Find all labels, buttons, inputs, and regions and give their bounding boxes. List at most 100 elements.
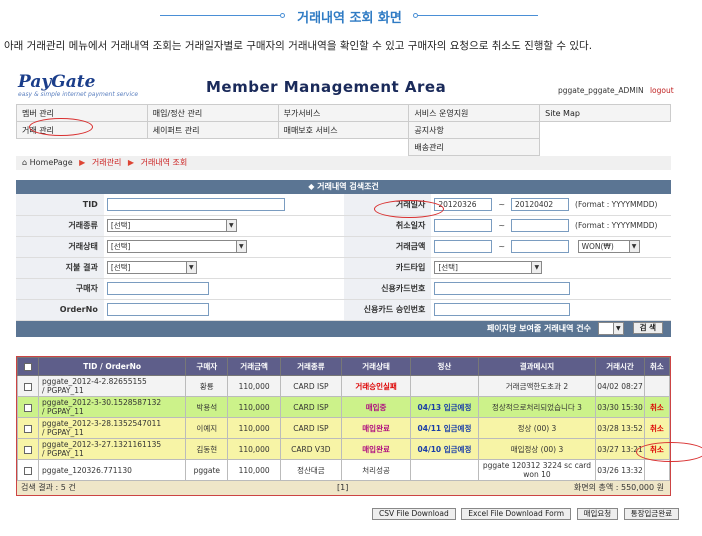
tid-cell[interactable]: pggate_120326.771130 — [38, 459, 187, 481]
menu-addon[interactable]: 부가서비스 — [277, 104, 410, 122]
order-no-input[interactable] — [106, 303, 209, 316]
select-all-checkbox[interactable] — [24, 363, 33, 371]
menu-empty — [539, 138, 671, 156]
amount-cell: 110,000 — [227, 375, 281, 397]
menu-seyfert[interactable]: 세이퍼트 관리 — [146, 121, 279, 139]
amount-from-input[interactable] — [434, 240, 493, 253]
menu-notice[interactable]: 공지사항 — [408, 121, 541, 139]
cancel-cell — [643, 459, 671, 481]
menu-settlement[interactable]: 매입/정산 관리 — [146, 104, 279, 122]
title-rule-left — [160, 15, 280, 16]
message-cell: 매입정상 (00) 3 — [477, 438, 597, 460]
row-checkbox[interactable] — [24, 445, 33, 454]
col-message: 결과메시지 — [477, 357, 597, 376]
total-sum: 화면의 총액 : 550,000 원 — [574, 481, 664, 495]
status-cell: 매입완료 — [340, 417, 412, 439]
tran-type-value: [선택] — [110, 221, 131, 230]
cancel-date-label: 취소일자 — [343, 215, 432, 237]
tid-input[interactable] — [106, 197, 285, 211]
buyer-input[interactable] — [106, 282, 209, 295]
buyer-cell: 황룡 — [185, 375, 229, 397]
time-cell: 03/28 13:52 — [595, 417, 645, 439]
amount-cell: 110,000 — [227, 459, 281, 481]
time-cell: 04/02 08:27 — [595, 375, 645, 397]
menu-delivery[interactable]: 배송관리 — [408, 138, 541, 156]
currency-select[interactable]: WON(₩) ▼ — [577, 240, 640, 253]
format-hint: (Format : YYYYMMDD) — [575, 199, 658, 209]
menu-service-support[interactable]: 서비스 운영지원 — [408, 104, 541, 122]
breadcrumb-home[interactable]: HomePage — [30, 158, 73, 167]
tid-cell[interactable]: pggate_2012-4-2.82655155/ PGPAY_11 — [38, 375, 187, 397]
order-text: / PGPAY_11 — [42, 407, 84, 416]
type-cell: 정산대금 — [279, 459, 342, 481]
status-cell: 거래승인실패 — [340, 375, 412, 397]
date-to-input[interactable]: 20120402 — [511, 197, 570, 211]
chevron-down-icon: ▼ — [225, 220, 236, 231]
time-cell: 03/30 15:30 — [595, 396, 645, 418]
cancel-button[interactable]: 취소 — [643, 417, 671, 439]
card-no-input[interactable] — [434, 282, 571, 295]
row-checkbox[interactable] — [24, 403, 33, 412]
card-no-label: 신용카드번호 — [343, 278, 432, 300]
bottom-actions: CSV File Download Excel File Download Fo… — [372, 508, 682, 520]
buyer-cell: 박용석 — [185, 396, 229, 418]
tid-cell[interactable]: pggate_2012-3-27.1321161135/ PGPAY_11 — [38, 438, 187, 460]
pay-result-label: 지불 결과 — [16, 257, 104, 279]
status-cell: 매입중 — [340, 396, 412, 418]
pay-result-value: [선택] — [110, 263, 131, 272]
paygate-logo[interactable]: PayGate easy & simple internet payment s… — [18, 72, 168, 98]
menu-escrow[interactable]: 매매보호 서비스 — [277, 121, 410, 139]
admin-screenshot: PayGate easy & simple internet payment s… — [16, 70, 702, 536]
row-checkbox[interactable] — [24, 466, 33, 475]
type-cell: CARD ISP — [279, 375, 342, 397]
results-table-panel: TID / OrderNo 구매자 거래금액 거래종류 거래상태 정산 결과메시… — [16, 356, 671, 496]
chevron-down-icon: ▼ — [612, 322, 623, 334]
approval-no-input[interactable] — [434, 303, 571, 316]
time-cell: 03/26 13:32 — [595, 459, 645, 481]
excel-download-button[interactable]: Excel File Download Form — [461, 508, 572, 520]
per-page-select[interactable]: 10▼ — [597, 321, 624, 335]
range-tilde: ~ — [498, 199, 506, 209]
pay-result-select[interactable]: [선택] ▼ — [106, 261, 197, 274]
tran-type-select[interactable]: [선택] ▼ — [106, 219, 237, 232]
cancel-button[interactable]: 취소 — [643, 396, 671, 418]
menu-member[interactable]: 멤버 관리 — [16, 104, 148, 122]
bank-deposit-button[interactable]: 통장입금완료 — [623, 508, 680, 520]
logout-link[interactable]: logout — [650, 86, 674, 95]
main-menu: 멤버 관리 매입/정산 관리 부가서비스 서비스 운영지원 Site Map 거… — [16, 104, 671, 156]
menu-sitemap[interactable]: Site Map — [539, 104, 671, 122]
tid-cell[interactable]: pggate_2012-3-30.1528587132/ PGPAY_11 — [38, 396, 187, 418]
message-cell: 정상 (00) 3 — [477, 417, 597, 439]
card-type-select[interactable]: [선택] ▼ — [434, 261, 543, 274]
col-amount: 거래금액 — [227, 357, 281, 376]
search-button[interactable]: 검 색 — [632, 322, 663, 334]
tid-text: pggate_2012-3-27.1321161135 — [42, 440, 162, 449]
card-type-value: [선택] — [438, 263, 458, 272]
csv-download-button[interactable]: CSV File Download — [372, 508, 456, 520]
amount-to-input[interactable] — [511, 240, 570, 253]
order-text: / PGPAY_11 — [42, 386, 84, 395]
purchase-request-button[interactable]: 매입요청 — [576, 508, 619, 520]
row-checkbox[interactable] — [24, 382, 33, 391]
tid-cell[interactable]: pggate_2012-3-28.1352547011/ PGPAY_11 — [38, 417, 187, 439]
amount-label: 거래금액 — [343, 236, 432, 258]
search-header: ◆ 거래내역 검색조건 — [16, 180, 671, 194]
breadcrumb-home-icon: ⌂ — [22, 158, 28, 167]
cancel-from-input[interactable] — [434, 219, 493, 232]
tran-status-select[interactable]: [선택] ▼ — [106, 240, 247, 253]
cancel-to-input[interactable] — [511, 219, 570, 232]
results-table: TID / OrderNo 구매자 거래금액 거래종류 거래상태 정산 결과메시… — [16, 357, 671, 481]
breadcrumb-level1[interactable]: 거래관리 — [92, 158, 121, 167]
total-value: : 550,000 원 — [615, 483, 664, 492]
pagination-page[interactable]: [1] — [337, 481, 348, 495]
search-action-bar: 페이지당 보여줄 거래내역 건수 10▼ 검 색 — [16, 320, 671, 337]
row-checkbox[interactable] — [24, 424, 33, 433]
breadcrumb-level2: 거래내역 조회 — [140, 158, 188, 167]
settle-cell — [410, 459, 479, 481]
result-count: 검색 결과 : 5 건 — [21, 483, 76, 492]
title-rule-right — [418, 15, 538, 16]
buyer-label: 구매자 — [16, 278, 104, 300]
page-title: Member Management Area — [206, 78, 447, 96]
per-page-label: 페이지당 보여줄 거래내역 건수 — [486, 323, 591, 333]
tid-text: pggate_2012-4-2.82655155 — [42, 377, 147, 386]
